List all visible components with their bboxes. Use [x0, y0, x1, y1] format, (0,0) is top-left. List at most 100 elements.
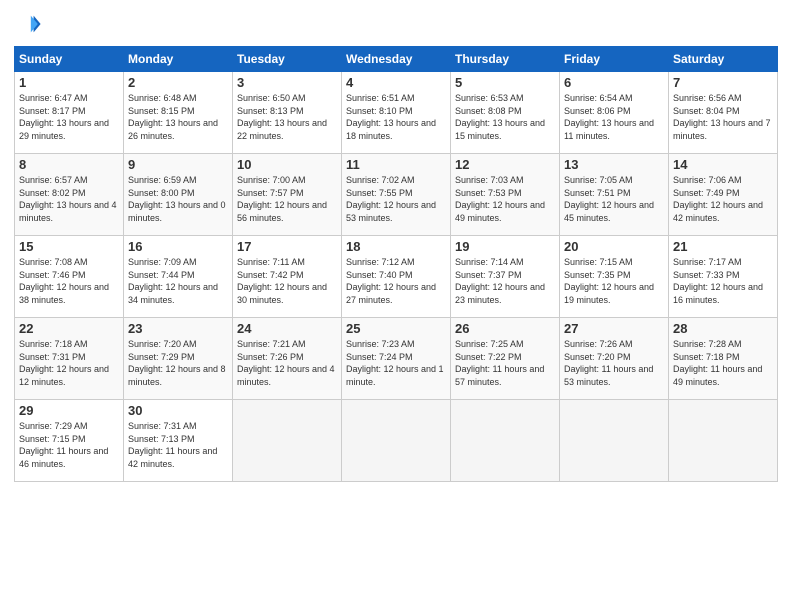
col-wednesday: Wednesday: [342, 47, 451, 72]
day-info: Sunrise: 6:57 AMSunset: 8:02 PMDaylight:…: [19, 174, 119, 224]
day-number: 3: [237, 75, 337, 90]
col-sunday: Sunday: [15, 47, 124, 72]
day-info: Sunrise: 6:48 AMSunset: 8:15 PMDaylight:…: [128, 92, 228, 142]
day-number: 1: [19, 75, 119, 90]
day-info: Sunrise: 7:28 AMSunset: 7:18 PMDaylight:…: [673, 338, 773, 388]
day-info: Sunrise: 7:05 AMSunset: 7:51 PMDaylight:…: [564, 174, 664, 224]
day-number: 9: [128, 157, 228, 172]
calendar-cell: 19 Sunrise: 7:14 AMSunset: 7:37 PMDayligh…: [451, 236, 560, 318]
day-info: Sunrise: 6:59 AMSunset: 8:00 PMDaylight:…: [128, 174, 228, 224]
day-info: Sunrise: 7:26 AMSunset: 7:20 PMDaylight:…: [564, 338, 664, 388]
calendar-cell: 27 Sunrise: 7:26 AMSunset: 7:20 PMDayligh…: [560, 318, 669, 400]
calendar-cell: 6Sunrise: 6:54 AMSunset: 8:06 PMDaylight…: [560, 72, 669, 154]
table-row: 22Sunrise: 7:18 AMSunset: 7:31 PMDayligh…: [15, 318, 778, 400]
day-number: 10: [237, 157, 337, 172]
calendar-cell: 8 Sunrise: 6:57 AMSunset: 8:02 PMDaylight…: [15, 154, 124, 236]
day-info: Sunrise: 7:25 AMSunset: 7:22 PMDaylight:…: [455, 338, 555, 388]
calendar-cell: 9 Sunrise: 6:59 AMSunset: 8:00 PMDaylight…: [124, 154, 233, 236]
day-info: Sunrise: 6:47 AMSunset: 8:17 PMDaylight:…: [19, 92, 119, 142]
calendar-cell: 20 Sunrise: 7:15 AMSunset: 7:35 PMDayligh…: [560, 236, 669, 318]
calendar-cell: [560, 400, 669, 482]
calendar-cell: 15 Sunrise: 7:08 AMSunset: 7:46 PMDayligh…: [15, 236, 124, 318]
day-number: 20: [564, 239, 664, 254]
day-number: 27: [564, 321, 664, 336]
day-info: Sunrise: 7:00 AMSunset: 7:57 PMDaylight:…: [237, 174, 337, 224]
day-info: Sunrise: 7:15 AMSunset: 7:35 PMDaylight:…: [564, 256, 664, 306]
calendar-cell: 23Sunrise: 7:20 AMSunset: 7:29 PMDayligh…: [124, 318, 233, 400]
day-info: Sunrise: 7:23 AMSunset: 7:24 PMDaylight:…: [346, 338, 446, 388]
day-info: Sunrise: 7:06 AMSunset: 7:49 PMDaylight:…: [673, 174, 773, 224]
table-row: 1 Sunrise: 6:47 AMSunset: 8:17 PMDaylight…: [15, 72, 778, 154]
day-info: Sunrise: 6:53 AMSunset: 8:08 PMDaylight:…: [455, 92, 555, 142]
calendar-cell: 10 Sunrise: 7:00 AMSunset: 7:57 PMDayligh…: [233, 154, 342, 236]
table-row: 15 Sunrise: 7:08 AMSunset: 7:46 PMDayligh…: [15, 236, 778, 318]
day-info: Sunrise: 7:21 AMSunset: 7:26 PMDaylight:…: [237, 338, 337, 388]
day-number: 18: [346, 239, 446, 254]
calendar-cell: [342, 400, 451, 482]
day-number: 8: [19, 157, 119, 172]
day-number: 15: [19, 239, 119, 254]
col-saturday: Saturday: [669, 47, 778, 72]
day-info: Sunrise: 6:56 AMSunset: 8:04 PMDaylight:…: [673, 92, 773, 142]
day-info: Sunrise: 7:31 AMSunset: 7:13 PMDaylight:…: [128, 420, 228, 470]
day-info: Sunrise: 7:29 AMSunset: 7:15 PMDaylight:…: [19, 420, 119, 470]
calendar-cell: 18 Sunrise: 7:12 AMSunset: 7:40 PMDayligh…: [342, 236, 451, 318]
day-number: 7: [673, 75, 773, 90]
day-info: Sunrise: 7:17 AMSunset: 7:33 PMDaylight:…: [673, 256, 773, 306]
calendar-cell: 24 Sunrise: 7:21 AMSunset: 7:26 PMDayligh…: [233, 318, 342, 400]
day-number: 25: [346, 321, 446, 336]
day-info: Sunrise: 7:12 AMSunset: 7:40 PMDaylight:…: [346, 256, 446, 306]
col-friday: Friday: [560, 47, 669, 72]
calendar-cell: 17 Sunrise: 7:11 AMSunset: 7:42 PMDayligh…: [233, 236, 342, 318]
calendar-container: Sunday Monday Tuesday Wednesday Thursday…: [0, 0, 792, 490]
day-number: 16: [128, 239, 228, 254]
calendar-cell: 30 Sunrise: 7:31 AMSunset: 7:13 PMDayligh…: [124, 400, 233, 482]
day-number: 17: [237, 239, 337, 254]
day-number: 21: [673, 239, 773, 254]
day-info: Sunrise: 7:08 AMSunset: 7:46 PMDaylight:…: [19, 256, 119, 306]
day-number: 12: [455, 157, 555, 172]
calendar-cell: 16Sunrise: 7:09 AMSunset: 7:44 PMDayligh…: [124, 236, 233, 318]
calendar-cell: 2 Sunrise: 6:48 AMSunset: 8:15 PMDaylight…: [124, 72, 233, 154]
day-number: 24: [237, 321, 337, 336]
col-thursday: Thursday: [451, 47, 560, 72]
calendar-cell: 26 Sunrise: 7:25 AMSunset: 7:22 PMDayligh…: [451, 318, 560, 400]
calendar-cell: 5 Sunrise: 6:53 AMSunset: 8:08 PMDaylight…: [451, 72, 560, 154]
day-info: Sunrise: 6:51 AMSunset: 8:10 PMDaylight:…: [346, 92, 446, 142]
day-number: 29: [19, 403, 119, 418]
day-number: 26: [455, 321, 555, 336]
calendar-cell: 28Sunrise: 7:28 AMSunset: 7:18 PMDayligh…: [669, 318, 778, 400]
calendar-cell: 3Sunrise: 6:50 AMSunset: 8:13 PMDaylight…: [233, 72, 342, 154]
calendar-cell: 25 Sunrise: 7:23 AMSunset: 7:24 PMDayligh…: [342, 318, 451, 400]
day-number: 13: [564, 157, 664, 172]
calendar-cell: 29 Sunrise: 7:29 AMSunset: 7:15 PMDayligh…: [15, 400, 124, 482]
calendar-cell: 11Sunrise: 7:02 AMSunset: 7:55 PMDayligh…: [342, 154, 451, 236]
calendar-cell: 4 Sunrise: 6:51 AMSunset: 8:10 PMDaylight…: [342, 72, 451, 154]
table-row: 29 Sunrise: 7:29 AMSunset: 7:15 PMDayligh…: [15, 400, 778, 482]
day-number: 5: [455, 75, 555, 90]
calendar-cell: 12 Sunrise: 7:03 AMSunset: 7:53 PMDayligh…: [451, 154, 560, 236]
day-number: 4: [346, 75, 446, 90]
calendar-table: Sunday Monday Tuesday Wednesday Thursday…: [14, 46, 778, 482]
day-number: 6: [564, 75, 664, 90]
calendar-cell: 7 Sunrise: 6:56 AMSunset: 8:04 PMDaylight…: [669, 72, 778, 154]
day-number: 19: [455, 239, 555, 254]
calendar-cell: [451, 400, 560, 482]
day-number: 2: [128, 75, 228, 90]
day-info: Sunrise: 7:02 AMSunset: 7:55 PMDaylight:…: [346, 174, 446, 224]
day-number: 30: [128, 403, 228, 418]
logo: [14, 10, 46, 38]
calendar-cell: 22Sunrise: 7:18 AMSunset: 7:31 PMDayligh…: [15, 318, 124, 400]
header-row: Sunday Monday Tuesday Wednesday Thursday…: [15, 47, 778, 72]
day-info: Sunrise: 7:18 AMSunset: 7:31 PMDaylight:…: [19, 338, 119, 388]
day-info: Sunrise: 7:14 AMSunset: 7:37 PMDaylight:…: [455, 256, 555, 306]
calendar-cell: 21 Sunrise: 7:17 AMSunset: 7:33 PMDayligh…: [669, 236, 778, 318]
day-number: 14: [673, 157, 773, 172]
col-monday: Monday: [124, 47, 233, 72]
col-tuesday: Tuesday: [233, 47, 342, 72]
day-info: Sunrise: 7:20 AMSunset: 7:29 PMDaylight:…: [128, 338, 228, 388]
day-info: Sunrise: 7:03 AMSunset: 7:53 PMDaylight:…: [455, 174, 555, 224]
day-info: Sunrise: 7:11 AMSunset: 7:42 PMDaylight:…: [237, 256, 337, 306]
calendar-cell: 13 Sunrise: 7:05 AMSunset: 7:51 PMDayligh…: [560, 154, 669, 236]
logo-icon: [14, 10, 42, 38]
